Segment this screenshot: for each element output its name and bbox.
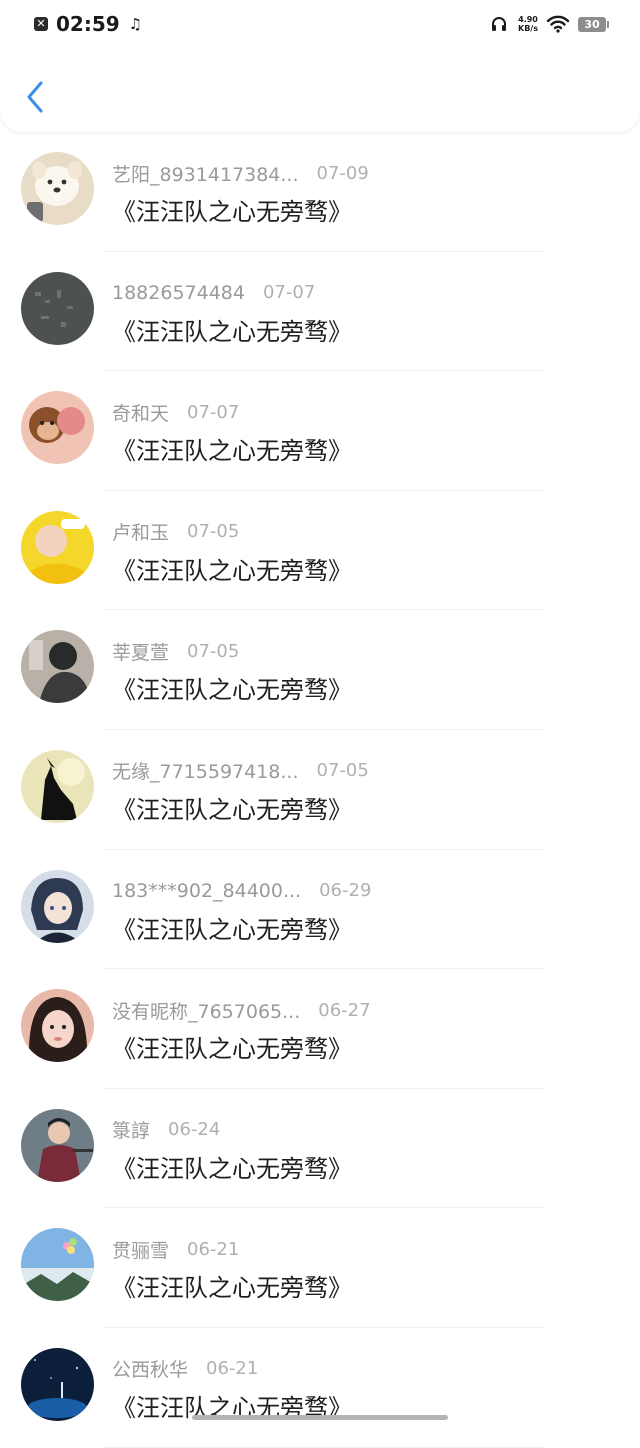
avatar[interactable]	[21, 391, 94, 465]
avatar[interactable]	[21, 271, 94, 345]
item-title[interactable]: 《汪汪队之心无旁骛》	[112, 910, 352, 945]
avatar[interactable]	[21, 510, 94, 584]
list-item[interactable]: 奇和天 07-07 《汪汪队之心无旁骛》	[0, 371, 640, 491]
item-title[interactable]: 《汪汪队之心无旁骛》	[112, 551, 352, 586]
user-name[interactable]: 箓諄	[112, 1116, 150, 1143]
list-item[interactable]: 无缘_7715597418... 07-05 《汪汪队之心无旁骛》	[0, 730, 640, 850]
divider	[104, 1446, 544, 1448]
avatar[interactable]	[21, 1108, 94, 1182]
item-date: 06-24	[168, 1119, 221, 1141]
item-meta: 艺阳_8931417384... 07-09	[112, 160, 369, 186]
item-date: 07-07	[187, 401, 240, 423]
item-title[interactable]: 《汪汪队之心无旁骛》	[112, 192, 352, 227]
item-date: 07-05	[316, 760, 369, 782]
app-notification-icon: ✕	[34, 17, 48, 31]
item-title[interactable]: 《汪汪队之心无旁骛》	[112, 1268, 352, 1303]
item-title[interactable]: 《汪汪队之心无旁骛》	[112, 1029, 352, 1064]
item-meta: 183***902_84400... 06-29	[112, 878, 371, 904]
network-speed-value: 4.90	[518, 15, 538, 24]
item-date: 07-07	[262, 282, 316, 304]
user-name[interactable]: 没有昵称_7657065...	[112, 997, 300, 1024]
status-bar: ✕ 02:59 ♫ 4.90 KB/s 30	[0, 0, 640, 48]
list-item[interactable]: 183***902_84400... 06-29 《汪汪队之心无旁骛》	[0, 850, 640, 970]
avatar[interactable]	[21, 989, 94, 1063]
item-meta: 18826574484 07-07	[112, 280, 315, 306]
list-item[interactable]: 没有昵称_7657065... 06-27 《汪汪队之心无旁骛》	[0, 969, 640, 1089]
item-meta: 没有昵称_7657065... 06-27	[112, 997, 371, 1023]
list-item[interactable]: 公西秋华 06-21 《汪汪队之心无旁骛》	[0, 1328, 640, 1448]
avatar[interactable]	[21, 630, 94, 704]
item-meta: 奇和天 07-07	[112, 399, 239, 425]
list-item[interactable]: 莘夏萱 07-05 《汪汪队之心无旁骛》	[0, 610, 640, 730]
status-time: 02:59	[56, 12, 120, 36]
battery-icon: 30	[578, 16, 609, 32]
user-name[interactable]: 183***902_84400...	[112, 880, 301, 902]
list-item[interactable]: 18826574484 07-07 《汪汪队之心无旁骛》	[0, 252, 640, 372]
avatar[interactable]	[21, 1347, 94, 1421]
back-button[interactable]	[18, 76, 52, 118]
item-meta: 无缘_7715597418... 07-05	[112, 758, 369, 784]
avatar[interactable]	[21, 1228, 94, 1302]
comment-list: 艺阳_8931417384... 07-09 《汪汪队之心无旁骛》 188265744…	[0, 132, 640, 1448]
item-title[interactable]: 《汪汪队之心无旁骛》	[112, 1149, 352, 1184]
item-meta: 公西秋华 06-21	[112, 1356, 258, 1382]
item-date: 06-21	[187, 1238, 240, 1260]
status-bar-right: 4.90 KB/s 30	[490, 12, 609, 36]
item-date: 06-29	[319, 880, 372, 902]
network-speed-unit: KB/s	[518, 24, 538, 33]
list-item[interactable]: 卢和玉 07-05 《汪汪队之心无旁骛》	[0, 491, 640, 611]
network-speed: 4.90 KB/s	[516, 15, 540, 33]
item-date: 07-05	[187, 521, 240, 543]
wifi-icon	[546, 15, 570, 33]
item-title[interactable]: 《汪汪队之心无旁骛》	[112, 670, 352, 705]
user-name[interactable]: 莘夏萱	[112, 638, 169, 665]
user-name[interactable]: 公西秋华	[112, 1355, 188, 1382]
user-name[interactable]: 卢和玉	[112, 518, 169, 545]
avatar[interactable]	[21, 749, 94, 823]
headphones-icon	[492, 17, 506, 31]
music-note-icon: ♫	[128, 15, 143, 33]
item-title[interactable]: 《汪汪队之心无旁骛》	[112, 431, 352, 466]
user-name[interactable]: 艺阳_8931417384...	[112, 160, 299, 187]
list-item[interactable]: 箓諄 06-24 《汪汪队之心无旁骛》	[0, 1089, 640, 1209]
home-indicator[interactable]	[192, 1415, 448, 1420]
avatar[interactable]	[21, 869, 94, 943]
item-meta: 贯骊雪 06-21	[112, 1236, 239, 1262]
chevron-left-icon	[27, 81, 43, 113]
user-name[interactable]: 贯骊雪	[112, 1236, 169, 1263]
user-name[interactable]: 奇和天	[112, 399, 169, 426]
list-item[interactable]: 贯骊雪 06-21 《汪汪队之心无旁骛》	[0, 1208, 640, 1328]
item-meta: 箓諄 06-24	[112, 1117, 220, 1143]
item-meta: 卢和玉 07-05	[112, 519, 239, 545]
user-name[interactable]: 18826574484	[112, 282, 245, 304]
item-date: 06-21	[206, 1358, 259, 1380]
user-name[interactable]: 无缘_7715597418...	[112, 757, 299, 784]
status-bar-left: ✕ 02:59 ♫	[34, 12, 142, 36]
item-meta: 莘夏萱 07-05	[112, 638, 239, 664]
avatar[interactable]	[21, 152, 94, 225]
list-item[interactable]: 艺阳_8931417384... 07-09 《汪汪队之心无旁骛》	[0, 132, 640, 252]
item-date: 06-27	[318, 999, 371, 1021]
item-title[interactable]: 《汪汪队之心无旁骛》	[112, 790, 352, 825]
item-date: 07-05	[187, 640, 240, 662]
item-date: 07-09	[316, 162, 369, 184]
top-bar: ✕ 02:59 ♫ 4.90 KB/s 30	[0, 0, 640, 132]
item-title[interactable]: 《汪汪队之心无旁骛》	[112, 312, 352, 347]
